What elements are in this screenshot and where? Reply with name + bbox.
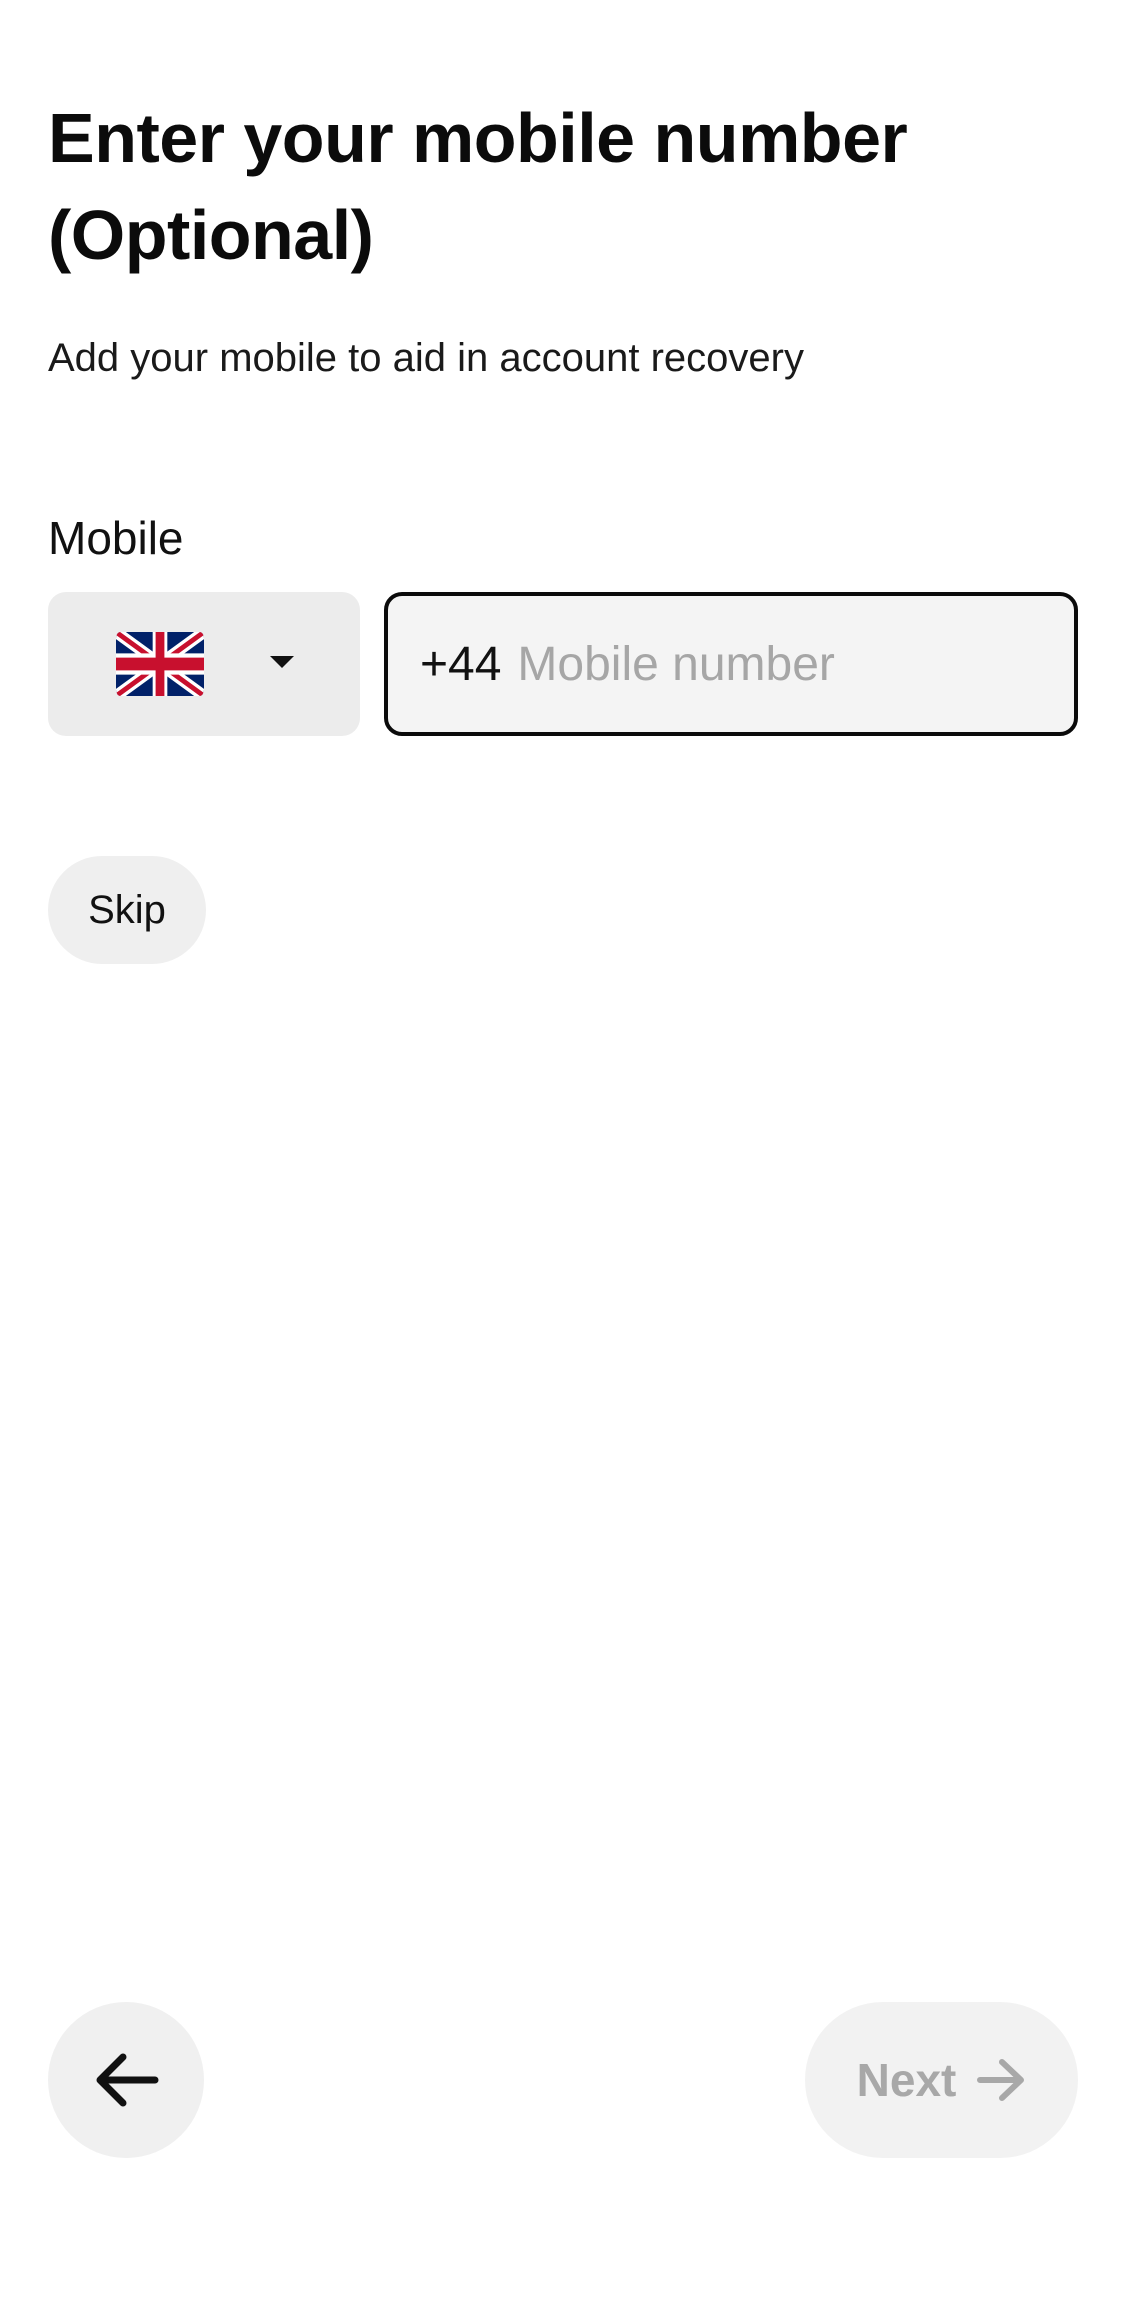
page-subtitle: Add your mobile to aid in account recove… [48, 336, 804, 380]
arrow-right-icon [977, 2059, 1025, 2101]
next-button-label: Next [856, 2054, 957, 2106]
caret-down-icon [270, 656, 294, 668]
next-button[interactable]: Next [805, 2002, 1078, 2158]
mobile-number-field[interactable]: +44 [384, 592, 1125, 736]
dial-code: +44 [420, 637, 502, 691]
uk-flag-icon [116, 632, 204, 696]
skip-button[interactable]: Skip [48, 856, 206, 964]
page-title: Enter your mobile number (Optional) [48, 99, 908, 274]
mobile-number-input[interactable] [517, 596, 1125, 732]
country-code-select[interactable] [48, 592, 360, 736]
arrow-left-icon [96, 2053, 159, 2107]
mobile-label: Mobile [48, 512, 184, 564]
back-button[interactable] [48, 2002, 204, 2158]
